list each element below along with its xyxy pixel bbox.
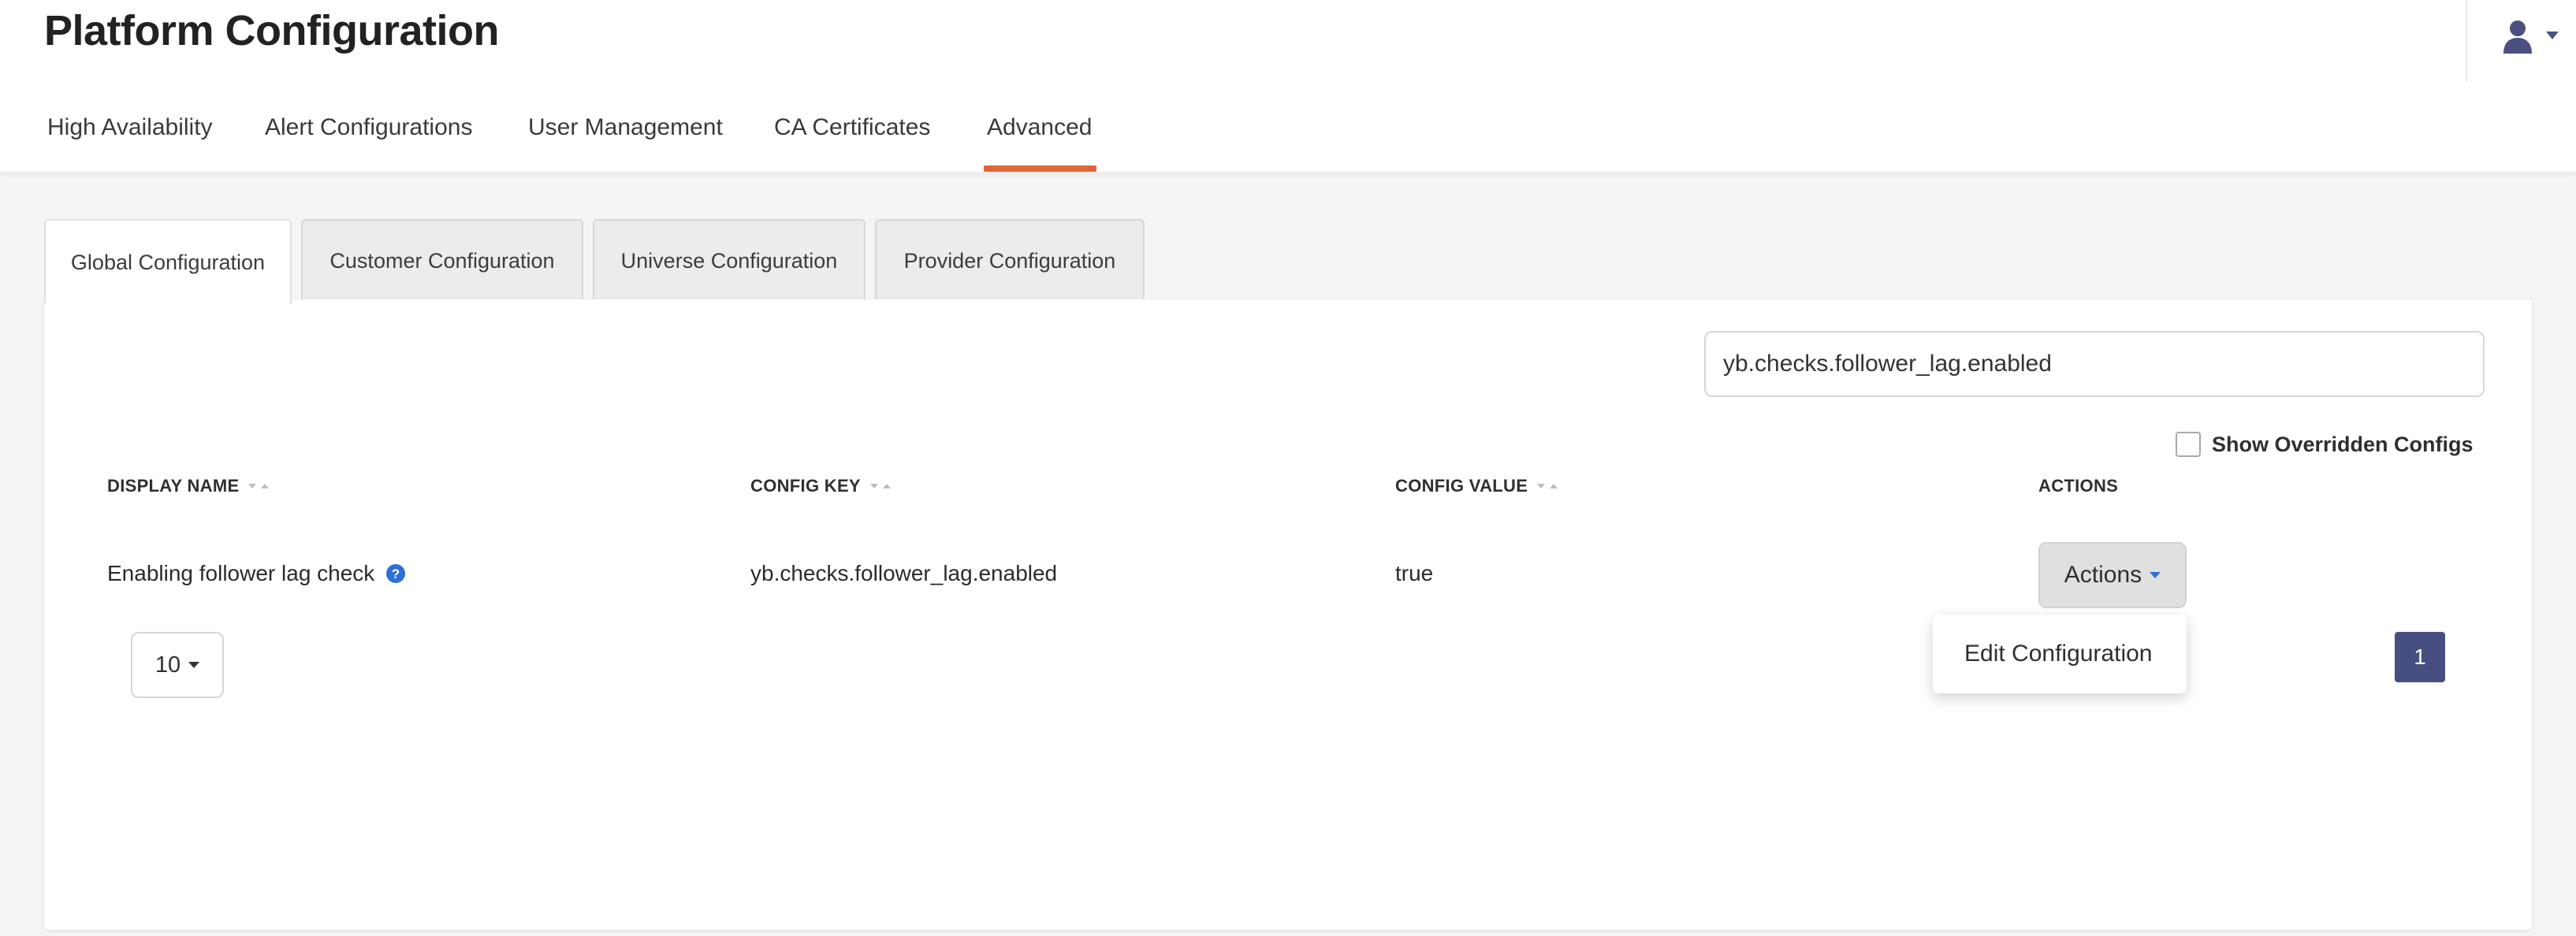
column-label: CONFIG VALUE [1395, 476, 1528, 496]
page-title: Platform Configuration [44, 7, 499, 54]
display-name-text: Enabling follower lag check [107, 561, 375, 585]
subtab-customer-configuration[interactable]: Customer Configuration [301, 219, 583, 301]
tab-advanced[interactable]: Advanced [983, 110, 1097, 172]
top-header: Platform Configuration High Availability… [0, 0, 2576, 172]
cell-config-value: true [1395, 561, 1434, 585]
column-header-actions: ACTIONS [2038, 476, 2118, 496]
sort-icon[interactable] [247, 481, 272, 492]
column-header-config-key[interactable]: CONFIG KEY [750, 476, 894, 496]
user-icon[interactable] [2500, 19, 2535, 54]
cell-display-name: Enabling follower lag check ? [107, 561, 406, 586]
column-label: ACTIONS [2038, 476, 2119, 496]
user-menu[interactable] [2466, 0, 2576, 82]
actions-label: Actions [2064, 562, 2142, 588]
tab-alert-configurations[interactable]: Alert Configurations [265, 110, 472, 172]
actions-dropdown-menu: Edit Configuration [1933, 615, 2187, 693]
subtab-universe-configuration[interactable]: Universe Configuration [593, 219, 865, 301]
subtab-global-configuration[interactable]: Global Configuration [44, 219, 292, 304]
tab-user-management[interactable]: User Management [528, 110, 723, 172]
column-header-config-value[interactable]: CONFIG VALUE [1395, 476, 1561, 496]
pagination-page-1[interactable]: 1 [2395, 632, 2445, 682]
column-header-display-name[interactable]: DISPLAY NAME [107, 476, 272, 496]
column-label: DISPLAY NAME [107, 476, 240, 496]
help-icon[interactable]: ? [385, 563, 406, 584]
chevron-down-icon[interactable] [2546, 32, 2559, 39]
svg-text:?: ? [392, 566, 400, 581]
page-size-select[interactable]: 10 [131, 632, 224, 698]
search-input[interactable] [1704, 331, 2485, 397]
tab-high-availability[interactable]: High Availability [47, 110, 213, 172]
show-overridden-toggle[interactable]: Show Overridden Configs [2176, 432, 2474, 457]
column-label: CONFIG KEY [750, 476, 861, 496]
page-size-value: 10 [154, 652, 181, 678]
menu-item-edit-configuration[interactable]: Edit Configuration [1933, 615, 2187, 693]
actions-button[interactable]: Actions [2038, 542, 2187, 608]
sort-icon[interactable] [869, 481, 894, 492]
caret-down-icon [2150, 572, 2161, 578]
show-overridden-label: Show Overridden Configs [2212, 432, 2474, 456]
cell-config-key: yb.checks.follower_lag.enabled [750, 561, 1058, 585]
sort-icon[interactable] [1536, 481, 1561, 492]
subtab-provider-configuration[interactable]: Provider Configuration [875, 219, 1145, 301]
tab-ca-certificates[interactable]: CA Certificates [774, 110, 930, 172]
show-overridden-checkbox[interactable] [2176, 432, 2201, 457]
caret-down-icon [188, 662, 200, 668]
